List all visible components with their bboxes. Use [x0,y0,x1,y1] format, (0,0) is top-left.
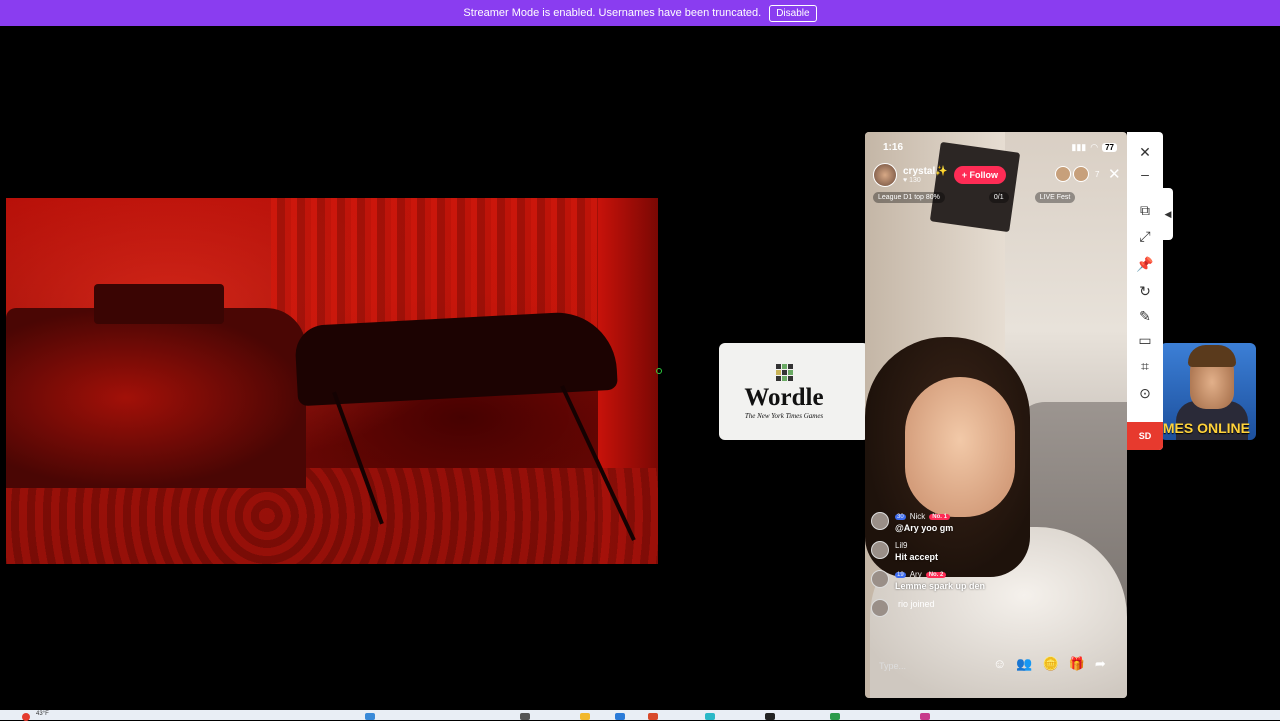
chat-username[interactable]: Ary [910,570,922,579]
window-toolbar: ✕ – ⧉ ⤢ 📌 ↻ ✎ ▭ ⌗ ⊙ SD [1127,132,1163,450]
video-headboard [94,284,224,324]
chat-message-body: Lil9 Hit accept [895,541,938,562]
sd-quality-button[interactable]: SD [1127,422,1163,450]
league-badge[interactable]: League D1 top 80% [873,192,945,203]
streamer-info: crystal✨ ♥ 130 [903,165,948,184]
stream-actions: ☺ 👥 🪙 🎁 ➦ [993,656,1106,672]
streamer-mode-banner: Streamer Mode is enabled. Usernames have… [0,0,1280,26]
taskbar-app-icon[interactable] [705,713,715,720]
viewer-list[interactable]: 7 [1055,166,1099,182]
live-stream-window[interactable]: 1:16 ▮▮▮ ◠ 77 crystal✨ ♥ 130 + Follow 7 … [865,132,1127,698]
wordle-title: Wordle [744,383,824,411]
live-fest-badge[interactable]: LIVE Fest [1034,192,1076,203]
disable-streamer-mode-button[interactable]: Disable [769,4,817,22]
viewer-avatar [1073,166,1089,182]
streamer-mode-text: Streamer Mode is enabled. Usernames have… [463,7,762,19]
viewer-count: 7 [1095,169,1100,179]
taskbar-app-icon[interactable] [920,713,930,720]
pin-icon[interactable]: 📌 [1127,256,1163,273]
streamer-name: crystal✨ [903,165,948,177]
pen-icon[interactable]: ✎ [1127,308,1163,325]
chat-user-line: Lil9 [895,541,938,550]
games-online-label: MES ONLINE [1162,420,1250,436]
taskbar-app-icon[interactable] [830,713,840,720]
sd-label: SD [1138,431,1152,441]
stream-poster [929,141,1021,233]
video-table [294,309,618,407]
close-icon[interactable]: ✕ [1127,144,1163,161]
chat-avatar[interactable] [871,512,889,530]
resize-handle-icon[interactable] [656,368,662,374]
video-bed [6,308,306,488]
chat-user-line: 30 Nick No. 1 [895,512,953,521]
chevron-left-icon[interactable]: ◀ [1163,188,1173,240]
taskbar-app-icon[interactable] [765,713,775,720]
close-icon[interactable]: ✕ [1108,165,1121,183]
picture-in-picture-icon[interactable]: ⧉ [1127,202,1163,219]
taskbar-app-icon[interactable] [648,713,658,720]
chat-user-line: 19 Ary No. 2 [895,570,985,579]
join-text: rio joined [898,599,935,609]
share-icon[interactable]: ➦ [1095,656,1106,672]
games-online-card[interactable]: MES ONLINE [1160,343,1256,440]
wordle-card[interactable]: Wordle The New York Times Games [719,343,869,440]
stream-streamer-face [905,377,1015,517]
chat-message-body: 30 Nick No. 1 @Ary yoo gm [895,512,953,533]
chat-message: Lil9 Hit accept [871,541,1111,562]
crop-icon[interactable]: ⌗ [1127,358,1163,375]
battery-icon: 77 [1102,143,1117,152]
chat-username[interactable]: Nick [910,512,926,521]
games-character-hair [1188,345,1236,367]
streamer-header: crystal✨ ♥ 130 + Follow [873,163,1006,187]
wordle-logo-icon [775,363,793,381]
wordle-subtitle: The New York Times Games [744,411,824,420]
taskbar-app-icon[interactable] [580,713,590,720]
wifi-icon: ◠ [1090,142,1099,152]
taskbar-app-icon[interactable] [520,713,530,720]
rank-badge: No. 2 [925,571,947,578]
signal-icon: ▮▮▮ [1071,142,1087,152]
rank-badge: No. 1 [929,513,950,520]
chat-message-body: 19 Ary No. 2 Lemme spark up den [895,570,985,591]
taskbar-app-icon[interactable] [615,713,625,720]
chat-text: @Ary yoo gm [895,523,954,533]
chat-message: 19 Ary No. 2 Lemme spark up den [871,570,1111,591]
chat-avatar[interactable] [871,541,889,559]
gift-icon[interactable]: 🎁 [1069,656,1085,672]
sidebar-icon[interactable]: ▭ [1127,332,1163,349]
start-icon[interactable] [365,713,375,720]
chat-message: 30 Nick No. 1 @Ary yoo gm [871,512,1111,533]
follow-button[interactable]: + Follow [953,166,1006,184]
viewer-avatar [1055,166,1071,182]
level-badge: 30 [895,513,906,520]
phone-clock: 1:16 [883,142,904,153]
chat-avatar[interactable] [871,570,889,588]
rotate-icon[interactable]: ↻ [1127,283,1163,300]
streamer-likes: ♥ 130 [903,176,921,184]
stream-badges: League D1 top 80% 0/1 LIVE Fest [873,192,1076,203]
progress-badge: 0/1 [988,192,1009,203]
weather-text: 43°F [36,711,49,717]
minimize-icon[interactable]: – [1127,166,1163,182]
taskbar: 43°F [0,710,1280,721]
emoji-icon[interactable]: ☺ [993,656,1006,672]
coin-icon[interactable]: 🪙 [1042,656,1058,672]
record-icon[interactable]: ⊙ [1127,385,1163,402]
chat-input[interactable]: Type... [873,656,999,676]
expand-icon[interactable]: ⤢ [1127,228,1163,245]
webcam-video[interactable] [6,198,658,564]
level-badge: 19 [895,571,906,578]
people-icon[interactable]: 👥 [1016,656,1032,672]
join-notice: rio joined [871,599,1111,617]
chat-list: 30 Nick No. 1 @Ary yoo gm Lil9 Hit accep… [871,512,1111,625]
chat-username[interactable]: Lil9 [895,541,907,550]
streamer-avatar[interactable] [873,163,897,187]
phone-status-icons: ▮▮▮ ◠ 77 [1071,142,1117,153]
chat-text: Lemme spark up den [895,581,986,591]
chat-avatar [871,599,889,617]
chat-text: Hit accept [895,552,939,562]
